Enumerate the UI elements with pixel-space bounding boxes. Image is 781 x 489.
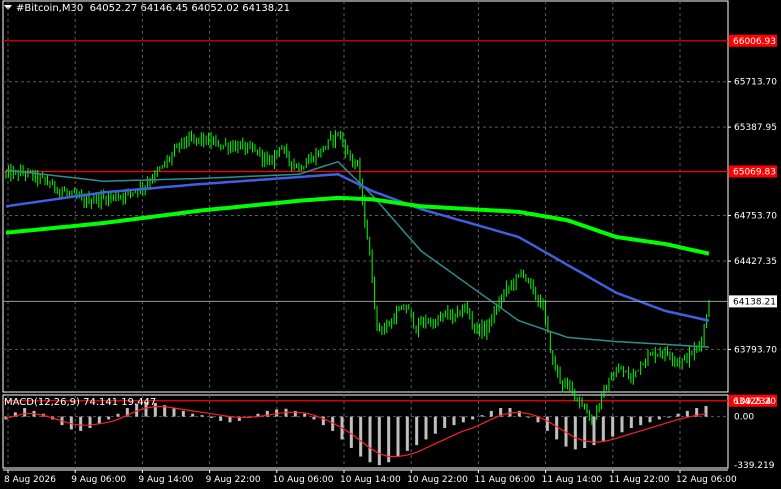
macd-bar <box>601 416 605 441</box>
macd-bar <box>667 416 671 418</box>
macd-bar <box>228 416 232 423</box>
macd-bar <box>527 416 531 418</box>
macd-bar <box>489 410 493 417</box>
macd-bar <box>424 416 428 440</box>
macd-bar <box>704 406 708 417</box>
macd-bar <box>349 416 353 448</box>
macd-bar <box>620 416 624 433</box>
price-chart[interactable]: 8 Aug 2026 9 Aug 06:00 9 Aug 14:00 9 Aug 22… <box>0 0 781 489</box>
macd-bar <box>377 416 381 466</box>
macd-tick-label: 109.234 <box>734 397 771 407</box>
macd-bar <box>639 416 643 426</box>
macd-bar <box>433 416 437 434</box>
macd-bar <box>452 416 456 426</box>
ma-fast-line <box>5 160 710 348</box>
macd-bar <box>508 408 512 417</box>
macd-bar <box>387 416 391 463</box>
price-tick-label: 64753.70 <box>734 212 777 222</box>
macd-bar <box>303 413 307 417</box>
macd-bar <box>97 416 101 424</box>
level-tag-label: 65069.83 <box>733 167 776 177</box>
macd-tick-label: -339.219 <box>734 461 775 471</box>
macd-bar <box>471 416 475 420</box>
macd-bar <box>79 416 83 431</box>
macd-bar <box>657 416 661 420</box>
time-tick-label: 12 Aug 06:00 <box>676 475 737 485</box>
macd-bar <box>200 415 204 417</box>
time-tick-label: 11 Aug 22:00 <box>609 475 670 485</box>
macd-bar <box>685 410 689 417</box>
macd-bar <box>648 416 652 423</box>
time-tick-label: 10 Aug 14:00 <box>340 475 401 485</box>
macd-bar <box>415 416 419 446</box>
macd-bar <box>592 416 596 446</box>
time-tick-label: 9 Aug 14:00 <box>138 475 193 485</box>
macd-tick-label: 0.00 <box>734 413 754 423</box>
macd-bar <box>181 410 185 417</box>
time-tick-label: 8 Aug 2026 <box>4 475 56 485</box>
price-tick-label: 65713.70 <box>734 78 777 88</box>
macd-bar <box>461 416 465 423</box>
time-tick-label: 11 Aug 06:00 <box>474 475 535 485</box>
price-tick-label: 63793.70 <box>734 345 777 355</box>
macd-bar <box>116 413 120 417</box>
current-price-label: 64138.21 <box>733 297 776 307</box>
macd-bar <box>172 408 176 417</box>
time-tick-label: 10 Aug 06:00 <box>273 475 334 485</box>
macd-signal-line <box>5 406 707 458</box>
price-tick-label: 65387.95 <box>734 123 777 133</box>
macd-title: MACD(12,26,9) 74.141 19.447 <box>4 397 157 408</box>
macd-bar <box>359 416 363 457</box>
macd-bar <box>545 416 549 431</box>
macd-bar <box>629 416 633 429</box>
macd-bar <box>405 416 409 451</box>
macd-bar <box>396 416 400 457</box>
macd-bar <box>443 416 447 429</box>
macd-bar <box>209 416 213 419</box>
time-tick-label: 9 Aug 06:00 <box>71 475 126 485</box>
level-tag-label: 66006.93 <box>733 37 776 47</box>
macd-bar <box>219 416 223 421</box>
macd-bar <box>23 408 27 417</box>
time-tick-label: 11 Aug 14:00 <box>542 475 603 485</box>
macd-bar <box>312 416 316 420</box>
macd-bar <box>573 416 577 450</box>
macd-bar <box>368 416 372 463</box>
time-tick-label: 10 Aug 22:00 <box>407 475 468 485</box>
macd-bar <box>611 416 615 437</box>
macd-bar <box>480 415 484 417</box>
macd-bar <box>676 413 680 417</box>
macd-bar <box>583 416 587 448</box>
ma-slow-line <box>5 195 710 256</box>
macd-bar <box>88 416 92 429</box>
price-panel-frame <box>2 0 729 393</box>
price-tick-label: 64427.35 <box>734 257 777 267</box>
time-tick-label: 9 Aug 22:00 <box>206 475 261 485</box>
macd-bar <box>107 416 111 420</box>
macd-bar <box>191 413 195 417</box>
macd-bar <box>555 416 559 440</box>
